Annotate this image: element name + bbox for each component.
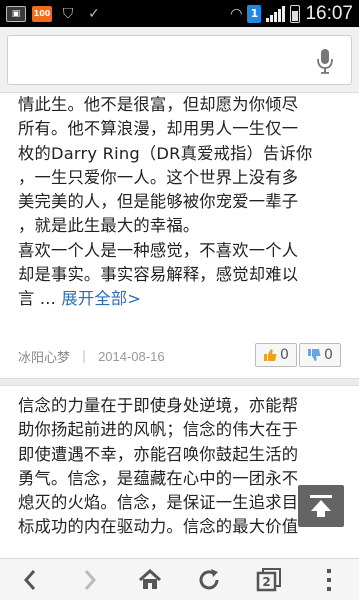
tabs-button[interactable]: 2: [239, 559, 299, 600]
microphone-icon[interactable]: [317, 48, 333, 74]
battery-icon: [290, 4, 301, 23]
down-count: 0: [324, 347, 333, 363]
post-card: 情此生。他不是很富，但却愿为你倾尽 所有。他不算浪漫，却用男人一生仅一 枚的Da…: [0, 93, 359, 377]
sim-badge: 1: [247, 4, 262, 23]
post-line: ，一生只爱你一人。这个世界上没有多: [18, 167, 299, 187]
thumbs-up-button[interactable]: 0: [255, 343, 297, 367]
arrow-up-to-top-icon: [310, 495, 332, 517]
app-100-icon: 100: [32, 5, 52, 22]
search-bar: [0, 27, 359, 93]
shield-icon: ⛉: [62, 5, 74, 22]
author-name[interactable]: 冰阳心梦: [18, 347, 70, 366]
post-line-prefix: 言 ...: [18, 289, 62, 309]
post-meta: 冰阳心梦 | 2014-08-16 0 0: [18, 343, 341, 369]
post-line: 却是事实。事实容易解释，感觉却难以: [18, 265, 299, 285]
post-line: 美完美的人，但是能够被你宠爱一辈子: [18, 192, 299, 212]
post-line: 情此生。他不是很富，但却愿为你倾尽: [18, 95, 299, 114]
post-text: 情此生。他不是很富，但却愿为你倾尽 所有。他不算浪漫，却用男人一生仅一 枚的Da…: [18, 93, 341, 312]
post-line: 标成功的内在驱动力。信念的最大价值: [18, 517, 299, 537]
scroll-to-top-button[interactable]: [298, 485, 344, 527]
tab-count: 2: [263, 575, 271, 589]
post-line: 即使遭遇不幸，亦能召唤你鼓起生活的: [18, 444, 299, 464]
expand-all-link[interactable]: 展开全部>: [61, 289, 141, 308]
search-input[interactable]: [7, 35, 352, 85]
post-line: 信念的力量在于即使身处逆境，亦能帮: [18, 396, 299, 415]
home-button[interactable]: [120, 559, 180, 600]
forward-button[interactable]: [60, 559, 120, 600]
post-line: 喜欢一个人是一种感觉，不喜欢一个人: [18, 240, 299, 260]
back-button[interactable]: [0, 559, 60, 600]
post-line: 助你扬起前进的风帆；信念的伟大在于: [18, 420, 299, 440]
thumbs-up-icon: [264, 349, 277, 361]
wifi-icon: ◠: [230, 5, 243, 22]
chevron-right-icon: [84, 569, 96, 590]
post-text: 信念的力量在于即使身处逆境，亦能帮 助你扬起前进的风帆；信念的伟大在于 即使遭遇…: [18, 394, 341, 540]
thumbs-down-icon: [308, 349, 321, 361]
status-bar: ▣ 100 ⛉ ✓ ◠ 1 16:07: [0, 0, 359, 27]
signal-icon: [266, 5, 286, 22]
up-count: 0: [280, 347, 289, 363]
post-line: 所有。他不算浪漫，却用男人一生仅一: [18, 119, 299, 139]
post-date: 2014-08-16: [98, 348, 165, 364]
image-notification-icon: ▣: [6, 5, 26, 22]
meta-separator: |: [82, 349, 87, 363]
post-line-last: 言 ... 展开全部>: [18, 287, 341, 311]
home-icon: [138, 568, 161, 589]
more-vert-icon: [327, 568, 332, 591]
post-line: 枚的Darry Ring（DR真爱戒指）告诉你: [18, 143, 313, 163]
status-time: 16:07: [305, 2, 353, 24]
post-line: ，就是此生最大的幸福。: [18, 216, 200, 236]
post-divider: [0, 378, 359, 386]
post-line: 熄灭的火焰。信念，是保证一生追求目: [18, 493, 299, 513]
browser-toolbar: 2: [0, 558, 359, 600]
menu-button[interactable]: [299, 559, 359, 600]
chevron-left-icon: [23, 569, 36, 590]
thumbs-down-button[interactable]: 0: [299, 343, 341, 367]
refresh-icon: [199, 568, 219, 589]
post-line: 勇气。信念，是蕴藏在心中的一团永不: [18, 468, 299, 488]
refresh-button[interactable]: [179, 559, 239, 600]
v-icon: ✓: [88, 5, 100, 22]
tabs-icon: 2: [256, 567, 282, 591]
